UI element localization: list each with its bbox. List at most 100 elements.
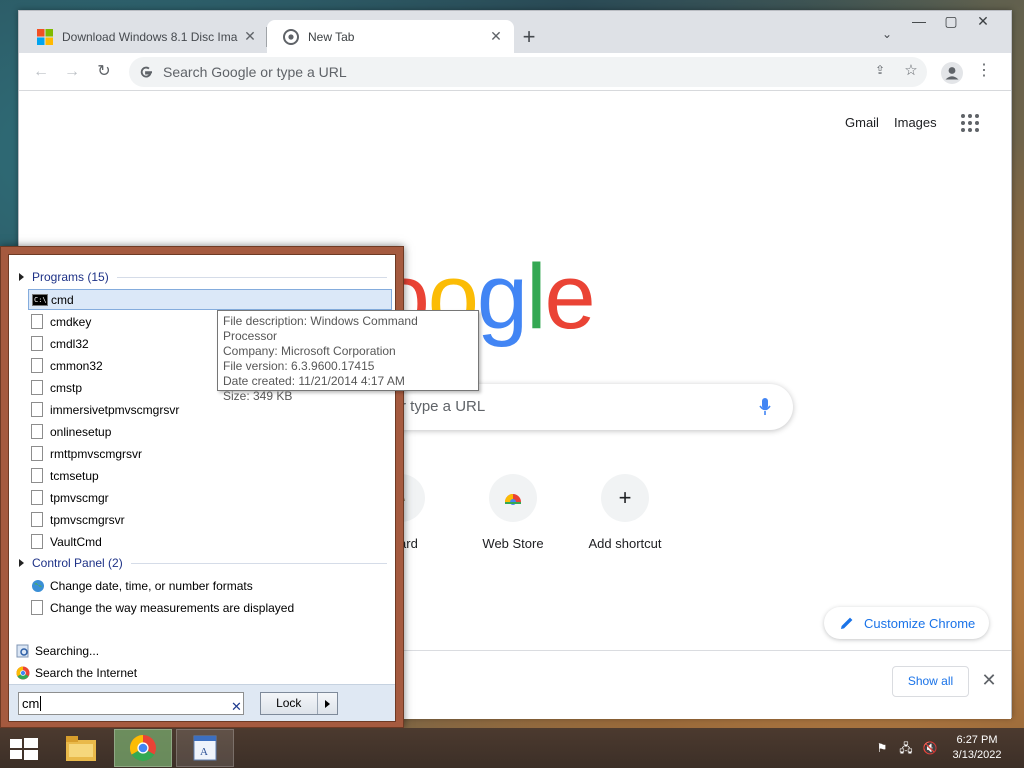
searching-label: Searching... [35, 643, 100, 658]
tooltip-version: File version: 6.3.9600.17415 [223, 359, 375, 373]
program-label: VaultCmd [50, 534, 102, 549]
pencil-icon [841, 617, 853, 629]
back-arrow-icon[interactable]: ← [29, 60, 53, 84]
plus-icon: + [601, 474, 649, 522]
program-label: onlinesetup [50, 424, 112, 439]
kebab-menu-icon[interactable]: ⋮ [975, 63, 993, 81]
file-icon [31, 380, 43, 395]
forward-arrow-icon[interactable]: → [60, 60, 84, 84]
gmail-link[interactable]: Gmail [845, 115, 879, 130]
lock-button[interactable]: Lock [260, 692, 338, 715]
close-icon[interactable]: ✕ [967, 13, 999, 35]
tab-search-chevron-icon[interactable]: ⌄ [877, 27, 897, 47]
action-center-flag-icon[interactable]: ⚑ [874, 741, 890, 755]
clear-search-icon[interactable]: ✕ [231, 696, 242, 717]
taskbar-file-explorer[interactable] [52, 729, 110, 767]
program-label: immersivetpmvscmgrsvr [50, 402, 180, 417]
command-prompt-icon: C:\ [32, 293, 48, 306]
wordpad-icon: A [193, 735, 217, 761]
program-label: cmdkey [50, 314, 92, 329]
taskbar-wordpad[interactable]: A [176, 729, 234, 767]
search-internet-item[interactable]: Search the Internet [13, 662, 377, 683]
expand-triangle-icon [19, 559, 24, 567]
tab-close-icon[interactable]: ✕ [488, 28, 504, 45]
microsoft-logo-icon [37, 28, 53, 45]
file-icon [31, 402, 43, 417]
bookmark-star-icon[interactable]: ☆ [902, 63, 920, 81]
omnibox-placeholder: Search Google or type a URL [163, 64, 347, 80]
customize-chrome-button[interactable]: Customize Chrome [824, 607, 989, 639]
list-item[interactable]: tpmvscmgr [28, 487, 392, 508]
program-label: rmttpmvscmgrsvr [50, 446, 142, 461]
share-icon[interactable]: ⇪ [871, 63, 889, 81]
control-panel-section-header[interactable]: Control Panel (2) [19, 554, 387, 572]
tooltip-description: File description: Windows Command Proces… [223, 314, 418, 343]
expand-triangle-icon [19, 273, 24, 281]
omnibox[interactable]: Search Google or type a URL [129, 57, 927, 87]
tab-close-icon[interactable]: ✕ [242, 28, 258, 45]
control-panel-label: Change date, time, or number formats [50, 578, 253, 593]
tooltip-created: Date created: 11/21/2014 4:17 AM [223, 374, 405, 388]
shortcut-add[interactable]: + Add shortcut [569, 474, 681, 551]
close-icon[interactable]: ✕ [979, 670, 999, 690]
tab-strip: Download Windows 8.1 Disc Ima ✕ New Tab … [19, 11, 1011, 53]
divider [130, 562, 387, 564]
list-item[interactable]: tcmsetup [28, 465, 392, 486]
profile-avatar-icon[interactable] [941, 62, 963, 84]
program-label: cmmon32 [50, 358, 103, 373]
show-all-button[interactable]: Show all [892, 666, 969, 697]
tooltip-company: Company: Microsoft Corporation [223, 344, 396, 358]
start-menu: Programs (15) C:\ cmd cmdkey cmdl32 cmmo… [0, 246, 479, 728]
tab-title: Download Windows 8.1 Disc Ima [62, 29, 238, 44]
file-icon [31, 600, 43, 615]
tooltip-size: Size: 349 KB [223, 389, 293, 403]
start-menu-bottom-bar: cm ✕ Lock [9, 684, 395, 721]
chrome-web-store-icon [489, 474, 537, 522]
tab-download-windows[interactable]: Download Windows 8.1 Disc Ima ✕ [21, 20, 268, 53]
file-icon [31, 446, 43, 461]
tab-title: New Tab [308, 29, 355, 44]
maximize-icon[interactable]: ▢ [935, 13, 967, 35]
shortcut-web-store[interactable]: Web Store [457, 474, 569, 551]
start-search-input[interactable]: cm ✕ [18, 692, 244, 715]
searching-item[interactable]: Searching... [13, 640, 377, 661]
new-tab-plus-icon[interactable]: + [515, 25, 543, 53]
file-info-tooltip: File description: Windows Command Proces… [217, 310, 479, 403]
control-panel-item[interactable]: Change the way measurements are displaye… [28, 597, 392, 618]
program-label: cmd [51, 292, 74, 307]
taskbar-chrome[interactable] [114, 729, 172, 767]
programs-section-header[interactable]: Programs (15) [19, 268, 387, 286]
list-item[interactable]: onlinesetup [28, 421, 392, 442]
program-item-cmd[interactable]: C:\ cmd [28, 289, 392, 310]
images-link[interactable]: Images [894, 115, 937, 130]
file-icon [31, 468, 43, 483]
taskbar: A ⚑ 🖧 🔇 6:27 PM 3/13/2022 [0, 728, 1024, 768]
windows-start-icon[interactable] [10, 738, 38, 760]
control-panel-item[interactable]: Change date, time, or number formats [28, 575, 392, 596]
file-icon [31, 490, 43, 505]
search-internet-label: Search the Internet [35, 665, 138, 680]
search-input-value: cm [22, 696, 40, 711]
google-apps-grid-icon[interactable] [961, 114, 981, 134]
file-explorer-icon [66, 736, 96, 761]
chrome-icon [16, 666, 30, 679]
list-item[interactable]: rmttpmvscmgrsvr [28, 443, 392, 464]
taskbar-clock[interactable]: 6:27 PM 3/13/2022 [946, 733, 1008, 763]
start-menu-results: Programs (15) C:\ cmd cmdkey cmdl32 cmmo… [8, 254, 479, 722]
minimize-icon[interactable]: — [903, 13, 935, 35]
power-options-arrow-icon[interactable] [318, 693, 337, 714]
list-item[interactable]: tpmvscmgrsvr [28, 509, 392, 530]
chrome-icon [283, 28, 299, 45]
reload-icon[interactable]: ↻ [92, 60, 116, 84]
microphone-icon[interactable] [759, 398, 771, 416]
chrome-icon [129, 734, 156, 762]
program-label: cmdl32 [50, 336, 89, 351]
google-g-icon [140, 66, 152, 78]
clock-date: 3/13/2022 [952, 749, 1002, 761]
tab-new-tab[interactable]: New Tab ✕ [267, 20, 514, 53]
program-label: tcmsetup [50, 468, 99, 483]
file-icon [31, 534, 43, 549]
network-icon[interactable]: 🖧 [898, 741, 914, 755]
list-item[interactable]: VaultCmd [28, 531, 392, 552]
speaker-muted-icon[interactable]: 🔇 [922, 741, 938, 755]
